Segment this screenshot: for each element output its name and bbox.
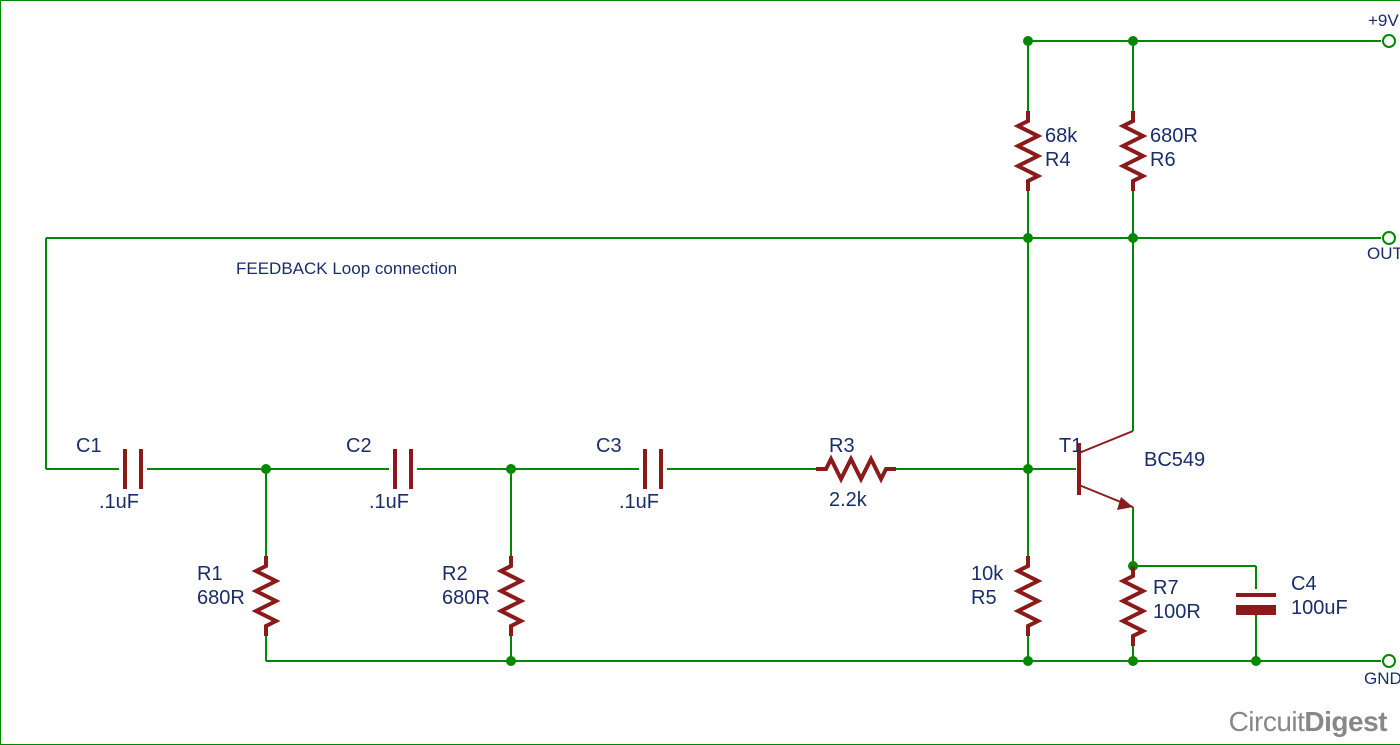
label-C2-val: .1uF <box>369 491 409 514</box>
terminal-vcc <box>1383 35 1395 47</box>
label-R6-val: 680R <box>1150 125 1198 148</box>
label-C1-val: .1uF <box>99 491 139 514</box>
capacitor-C4 <box>1236 595 1276 615</box>
label-R4-val: 68k <box>1045 125 1077 148</box>
label-R1-val: 680R <box>197 587 245 610</box>
resistor-R5 <box>1018 556 1038 636</box>
capacitor-C1 <box>125 449 141 489</box>
label-out: OUT <box>1367 244 1400 264</box>
label-C3-val: .1uF <box>619 491 659 514</box>
label-R2-val: 680R <box>442 587 490 610</box>
resistor-R6 <box>1123 111 1143 191</box>
label-gnd: GND <box>1364 669 1400 689</box>
schematic-canvas: C1 .1uF C2 .1uF C3 .1uF R3 2.2k R1 680R … <box>0 0 1400 745</box>
label-R4-ref: R4 <box>1045 149 1071 172</box>
capacitor-C2 <box>395 449 411 489</box>
logo-prefix: Circuit <box>1229 706 1305 737</box>
label-vcc: +9V <box>1368 11 1399 31</box>
terminal-gnd <box>1383 655 1395 667</box>
resistor-R3 <box>816 459 896 479</box>
resistor-R1 <box>256 556 276 636</box>
label-R1-ref: R1 <box>197 563 223 586</box>
label-C4-val: 100uF <box>1291 597 1348 620</box>
terminal-out <box>1383 232 1395 244</box>
label-C4-ref: C4 <box>1291 573 1317 596</box>
label-C2-ref: C2 <box>346 435 372 458</box>
label-R2-ref: R2 <box>442 563 468 586</box>
junction <box>1023 233 1033 243</box>
label-R7-val: 100R <box>1153 601 1201 624</box>
label-T1-ref: T1 <box>1059 435 1082 458</box>
label-feedback: FEEDBACK Loop connection <box>236 259 457 279</box>
logo: CircuitDigest <box>1229 706 1387 738</box>
label-R3-ref: R3 <box>829 435 855 458</box>
label-R6-ref: R6 <box>1150 149 1176 172</box>
label-R5-ref: R5 <box>971 587 997 610</box>
transistor-T1 <box>1079 431 1133 510</box>
resistor-R7 <box>1123 566 1143 646</box>
resistor-R2 <box>501 556 521 636</box>
schematic-svg <box>1 1 1400 744</box>
resistor-R4 <box>1018 111 1038 191</box>
logo-suffix: Digest <box>1304 706 1387 737</box>
label-C1-ref: C1 <box>76 435 102 458</box>
junction <box>1128 36 1138 46</box>
label-R3-val: 2.2k <box>829 489 867 512</box>
label-R7-ref: R7 <box>1153 577 1179 600</box>
label-R5-val: 10k <box>971 563 1003 586</box>
label-T1-model: BC549 <box>1144 449 1205 472</box>
junction <box>1023 36 1033 46</box>
label-C3-ref: C3 <box>596 435 622 458</box>
capacitor-C3 <box>645 449 661 489</box>
